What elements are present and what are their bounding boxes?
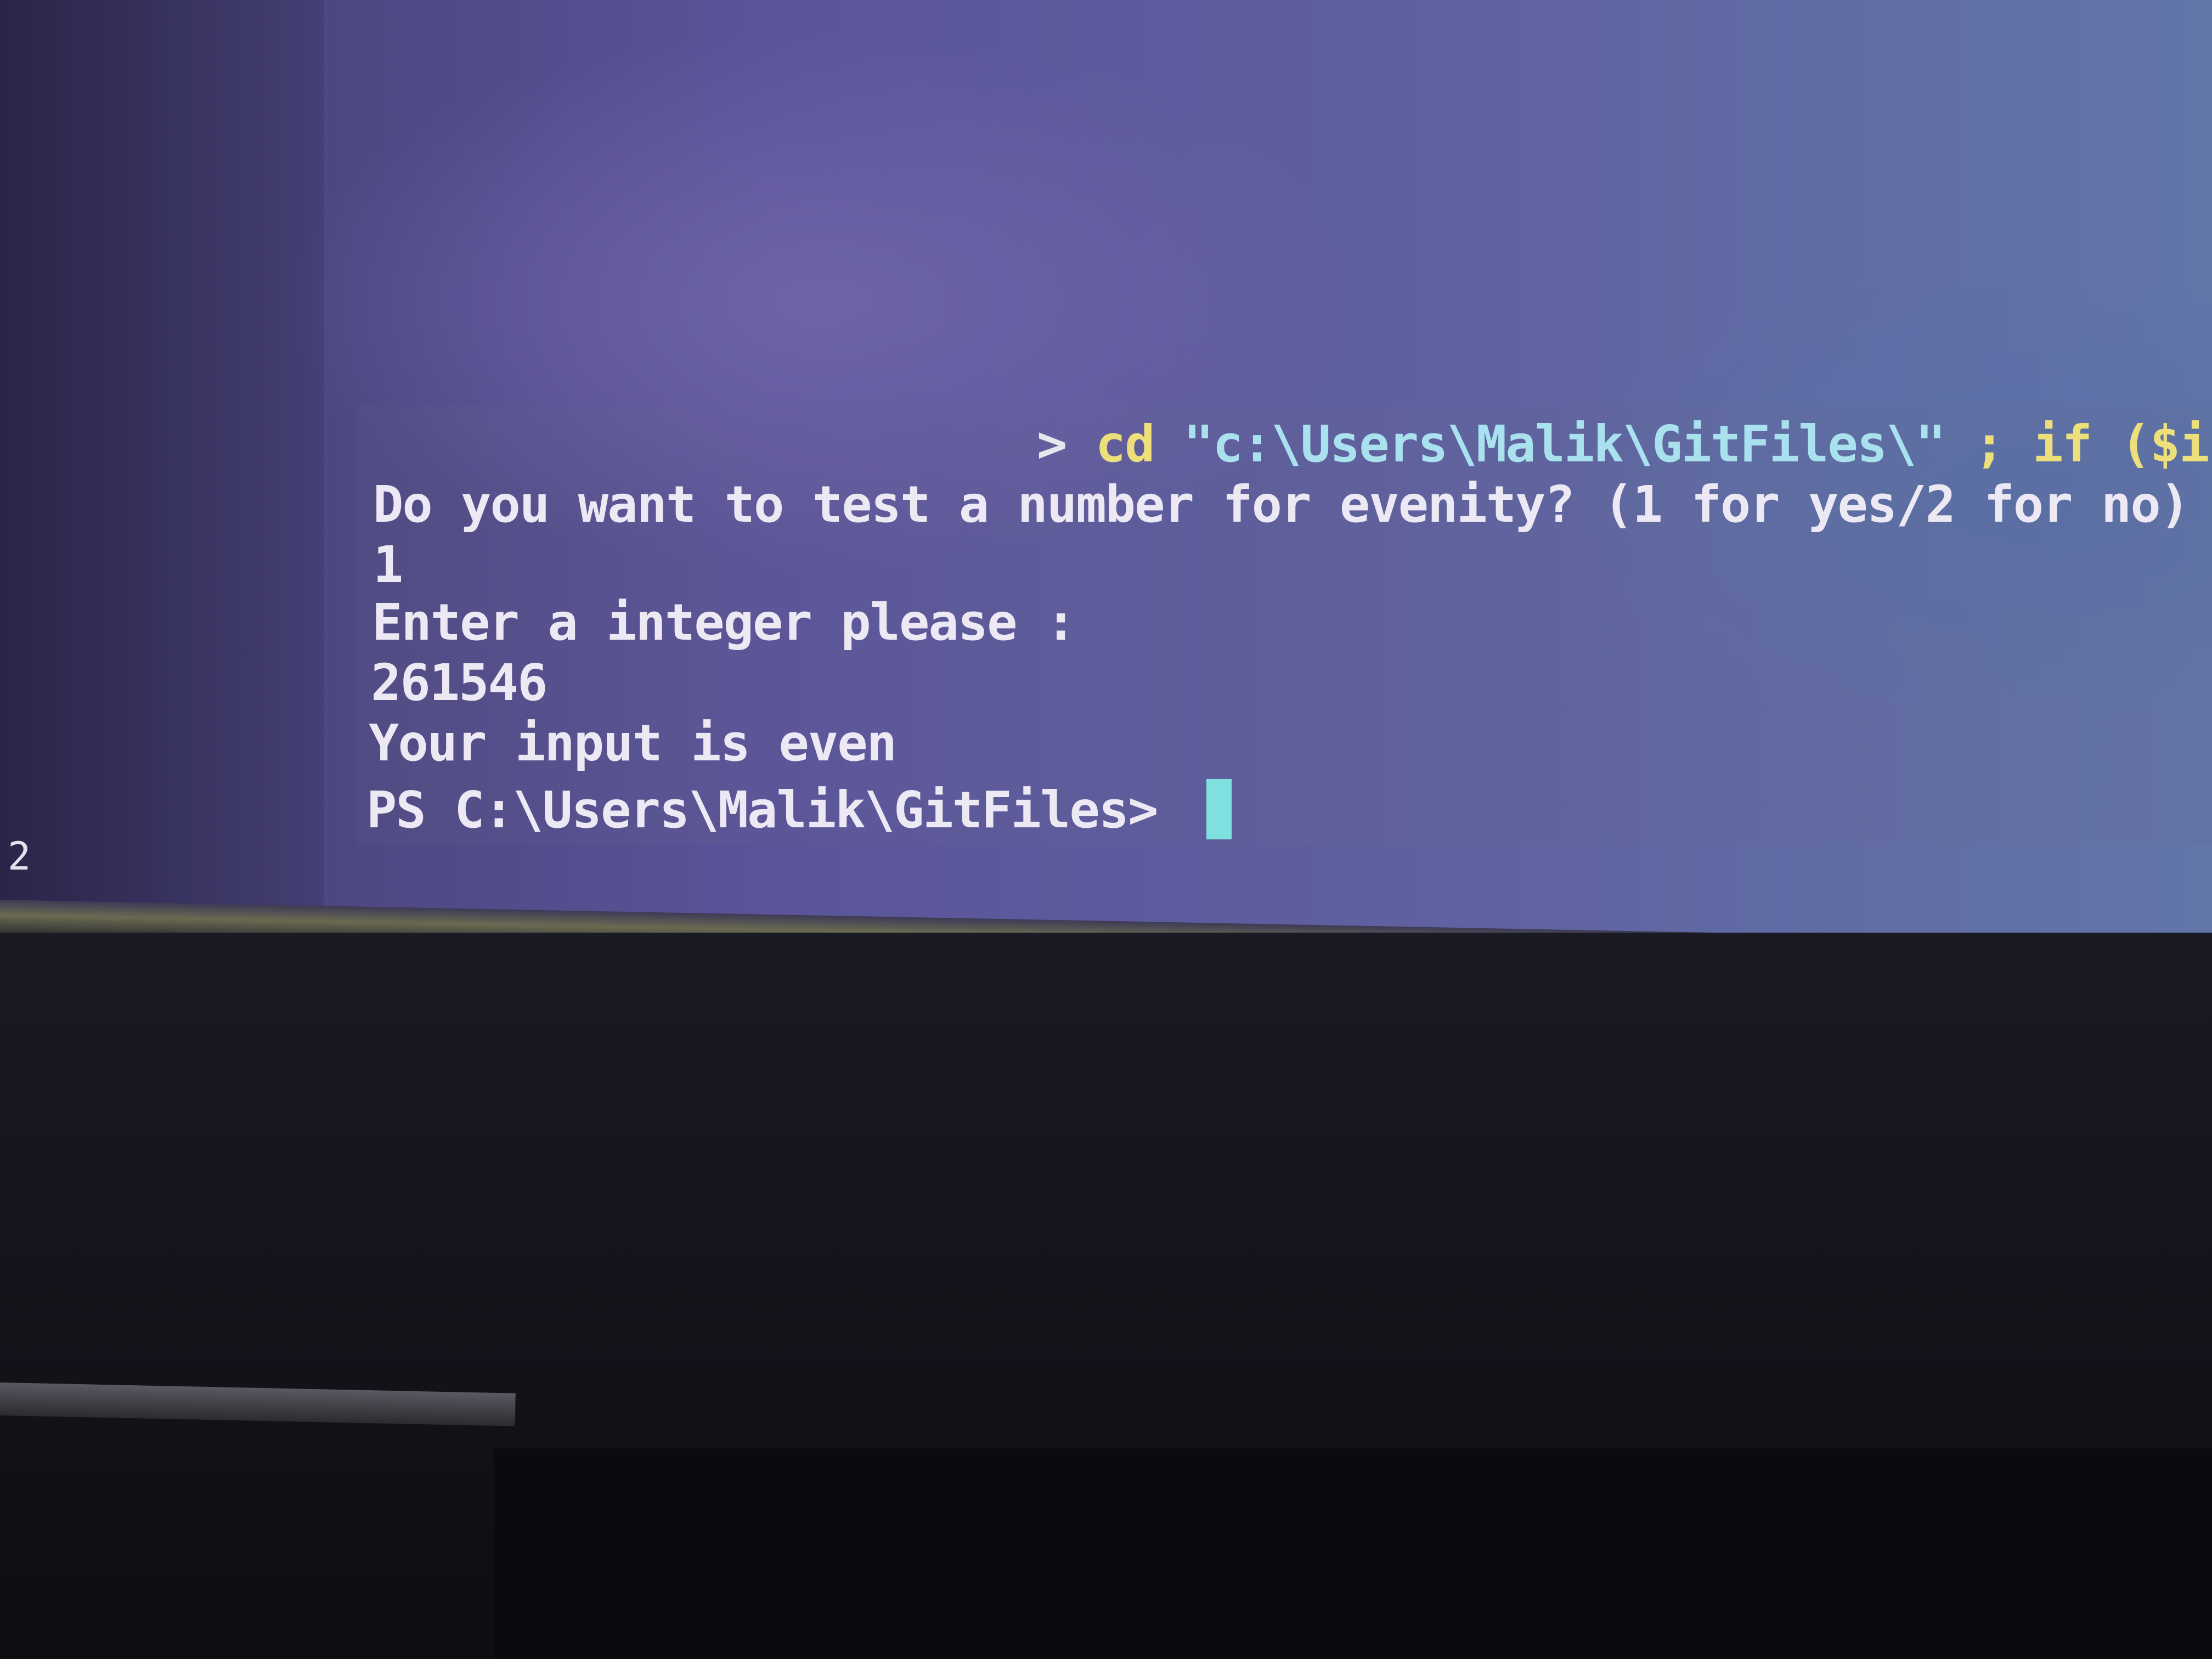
command-rest: ; if ($i [1945, 415, 2209, 473]
editor-line-number: 2 [8, 834, 31, 879]
terminal-output-line: Your input is even [369, 714, 897, 772]
terminal-prompt-text: PS C:\Users\Malik\GitFiles> [366, 781, 1187, 839]
terminal-cursor [1206, 779, 1232, 839]
terminal-output-line: Enter a integer please : [372, 593, 1076, 652]
editor-gutter-panel [0, 0, 324, 933]
terminal-output-line: 1 [373, 535, 403, 594]
command-path-string: "c:\Users\Malik\GitFiles\" [1183, 415, 1946, 473]
monitor-screen: 2 > cd "c:\Users\Malik\GitFiles\" ; if (… [0, 0, 2212, 933]
terminal-output-line: Do you want to test a number for evenity… [373, 475, 2212, 534]
command-keyword: cd [1095, 415, 1183, 473]
terminal-prompt-line[interactable]: PS C:\Users\Malik\GitFiles> [366, 779, 1232, 839]
terminal-command-line: > cd "c:\Users\Malik\GitFiles\" ; if ($i [1037, 415, 2210, 473]
command-prompt-chevron: > [1037, 415, 1096, 473]
terminal-panel[interactable]: > cd "c:\Users\Malik\GitFiles\" ; if ($i… [357, 406, 2212, 845]
photo-scene: 2 > cd "c:\Users\Malik\GitFiles\" ; if (… [0, 0, 2212, 1659]
terminal-output-line: 261546 [371, 653, 548, 712]
foreground-shadow [494, 1448, 2212, 1659]
